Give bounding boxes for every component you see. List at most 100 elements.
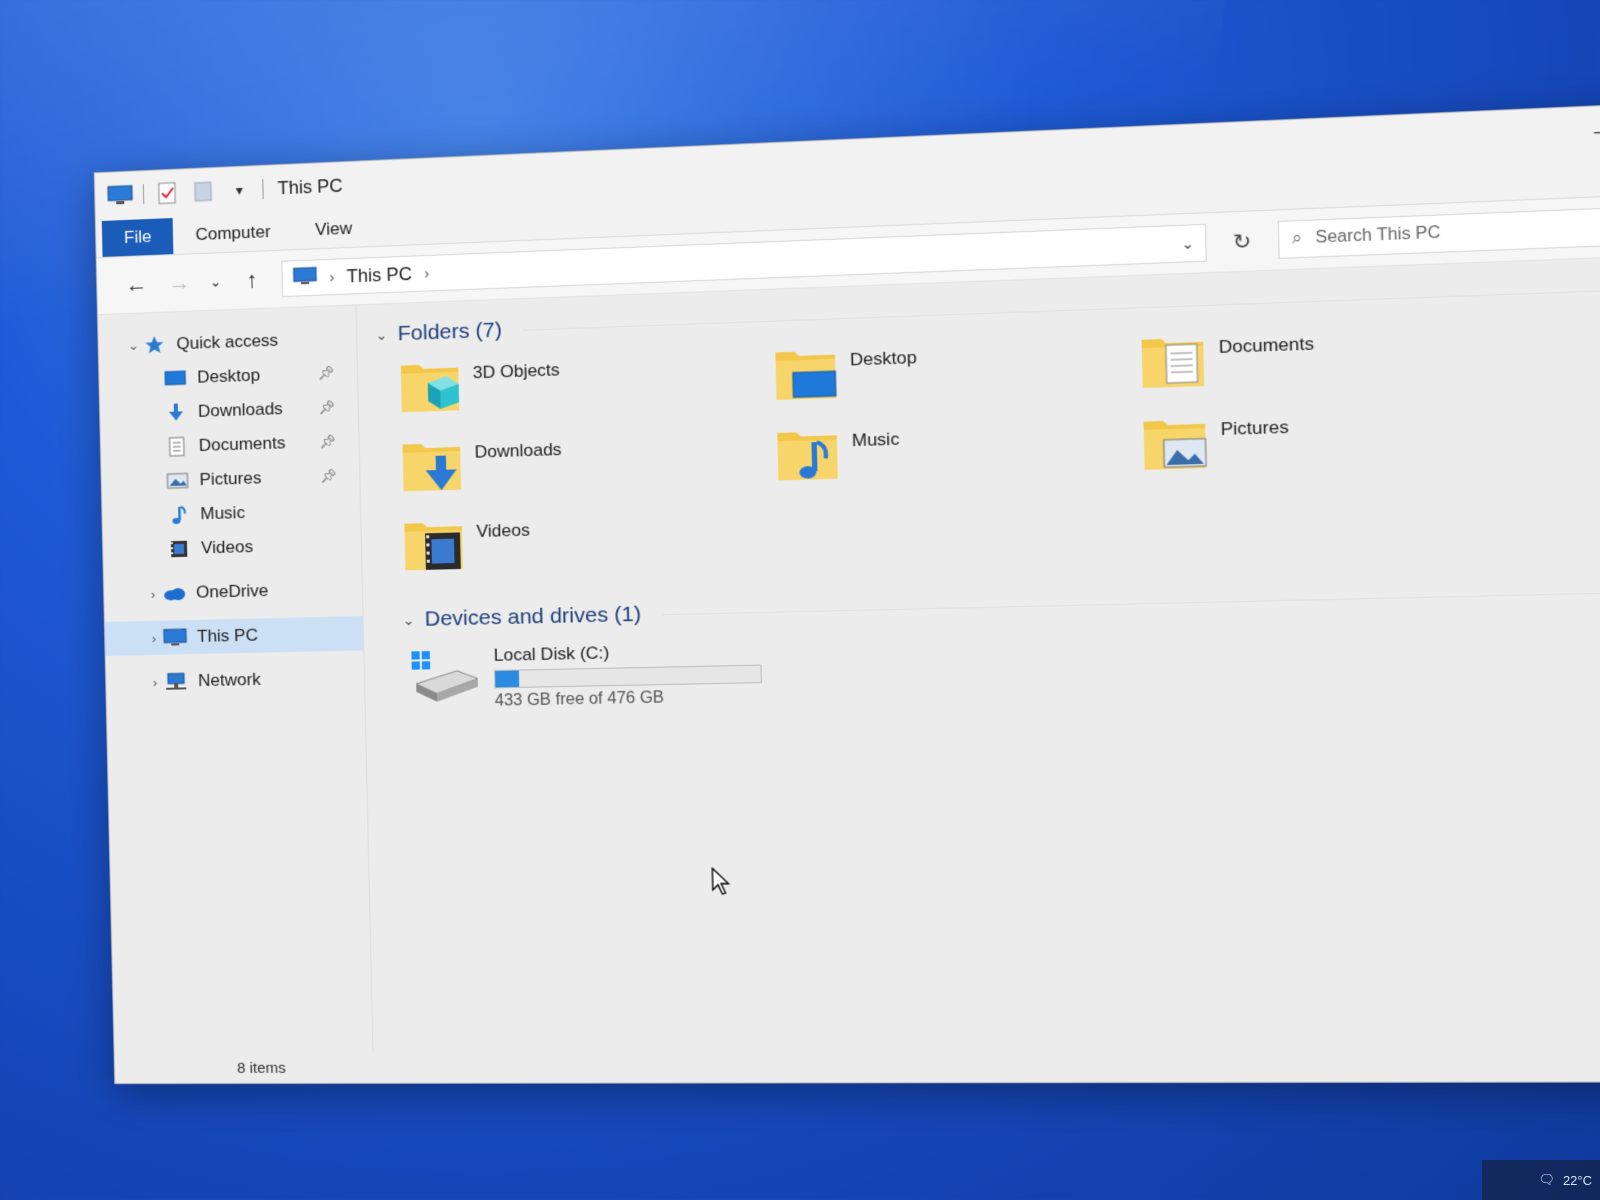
expand-chevron-icon[interactable]: › <box>145 630 163 645</box>
address-dropdown-icon[interactable]: ⌄ <box>1181 234 1194 252</box>
up-arrow-icon[interactable]: ↑ <box>238 266 266 293</box>
search-placeholder: Search This PC <box>1315 224 1441 247</box>
qat-separator-2 <box>262 178 264 200</box>
drive-name: Local Disk (C:) <box>493 643 610 665</box>
new-folder-icon[interactable] <box>190 180 217 203</box>
folder-label: Documents <box>1218 333 1315 358</box>
nav-label-onedrive: OneDrive <box>195 580 269 602</box>
documents-icon <box>165 436 189 457</box>
qat-separator <box>142 184 145 205</box>
folder-label: Pictures <box>1220 417 1289 440</box>
search-box[interactable]: ⌕ Search This PC <box>1277 204 1600 259</box>
folder-desktop[interactable]: Desktop <box>771 329 1139 422</box>
expand-chevron-icon[interactable]: › <box>144 586 162 601</box>
pictures-icon <box>1139 409 1211 474</box>
downloads-icon <box>164 402 188 423</box>
nav-label-this-pc: This PC <box>196 625 259 646</box>
this-pc-icon <box>163 627 187 648</box>
navigation-pane: ⌄ Quick access Desktop 📌︎ Downloads 📌︎ D… <box>97 304 374 1054</box>
status-bar: 8 items <box>114 1049 1600 1084</box>
nav-label-network: Network <box>197 669 262 691</box>
star-icon <box>142 335 166 356</box>
pictures-icon <box>165 470 189 491</box>
weather-temperature[interactable]: 22°C <box>1563 1173 1592 1188</box>
customize-qat-dropdown-icon[interactable]: ▾ <box>226 178 253 201</box>
music-icon <box>773 421 842 485</box>
drive-usage-bar <box>494 664 762 689</box>
recent-locations-chevron-icon[interactable]: ⌄ <box>209 273 223 291</box>
hard-drive-windows-icon <box>409 646 482 704</box>
search-icon: ⌕ <box>1291 229 1303 248</box>
music-icon <box>166 505 190 526</box>
window-title: This PC <box>277 174 343 198</box>
3d-objects-icon <box>396 353 463 416</box>
nav-label: Downloads <box>197 398 283 421</box>
collapse-chevron-icon[interactable]: ⌄ <box>375 326 387 344</box>
desktop-icon <box>163 368 187 389</box>
nav-label: Desktop <box>197 365 261 387</box>
file-explorer-window: ▾ This PC – ☐ File Computer View ← → ⌄ ↑… <box>93 100 1600 1085</box>
drive-info: Local Disk (C:) 433 GB free of 476 GB <box>494 640 763 711</box>
drive-free-space: 433 GB free of 476 GB <box>494 689 665 710</box>
window-controls: – ☐ <box>1594 115 1600 142</box>
item-count: 8 items <box>236 1059 287 1077</box>
folder-documents[interactable]: Documents <box>1137 316 1518 411</box>
folder-3d-objects[interactable]: 3D Objects <box>396 342 772 434</box>
folder-label: Music <box>851 429 900 451</box>
nav-label-quick-access: Quick access <box>176 330 279 354</box>
folder-pictures[interactable]: Pictures <box>1139 399 1520 493</box>
nav-item-videos[interactable]: Videos <box>103 527 361 568</box>
taskbar-tray: 🗨︎ 22°C <box>1482 1160 1600 1200</box>
back-arrow-icon[interactable]: ← <box>123 271 150 298</box>
documents-icon <box>1137 327 1209 392</box>
folder-downloads[interactable]: Downloads <box>398 423 774 514</box>
content-pane: ⌄ Folders (7) 3D Objects Desktop Documen… <box>356 254 1600 1053</box>
pin-icon[interactable]: 📌︎ <box>318 365 335 382</box>
drives-group-title: Devices and drives (1) <box>424 602 642 631</box>
address-this-pc-icon <box>293 266 318 290</box>
folder-label: Desktop <box>849 347 917 370</box>
drive-usage-fill <box>495 670 520 688</box>
folder-videos[interactable]: Videos <box>400 503 777 593</box>
cloud-icon <box>162 583 186 604</box>
nav-label: Music <box>200 502 246 524</box>
expand-chevron-icon[interactable]: ⌄ <box>124 338 142 355</box>
collapse-chevron-icon[interactable]: ⌄ <box>402 611 414 629</box>
desktop-icon <box>771 340 840 404</box>
tab-view[interactable]: View <box>292 209 375 249</box>
nav-label: Pictures <box>199 468 262 490</box>
pin-icon[interactable]: 📌︎ <box>320 468 337 485</box>
breadcrumb-chevron-icon-2[interactable]: › <box>424 265 430 282</box>
network-icon <box>164 671 188 692</box>
nav-network[interactable]: › Network <box>106 661 364 700</box>
folder-label: Videos <box>476 520 531 542</box>
mouse-cursor-icon <box>711 867 733 901</box>
folder-label: Downloads <box>474 439 562 462</box>
folders-grid: 3D Objects Desktop Documents Downloads M… <box>376 310 1600 594</box>
tab-file[interactable]: File <box>101 217 174 257</box>
minimize-button[interactable]: – <box>1594 119 1600 142</box>
nav-label: Documents <box>198 433 286 456</box>
downloads-icon <box>398 433 465 496</box>
folders-group-title: Folders (7) <box>397 318 503 346</box>
properties-icon[interactable] <box>154 181 181 205</box>
nav-onedrive[interactable]: › OneDrive <box>104 571 362 611</box>
videos-icon <box>167 539 191 560</box>
refresh-icon[interactable]: ↻ <box>1224 227 1261 255</box>
nav-label: Videos <box>200 536 254 558</box>
videos-icon <box>400 512 467 575</box>
folder-music[interactable]: Music <box>773 411 1141 503</box>
breadcrumb-chevron-icon[interactable]: › <box>329 268 334 285</box>
forward-arrow-icon[interactable]: → <box>166 269 193 296</box>
breadcrumb-this-pc[interactable]: This PC <box>346 263 412 287</box>
pin-icon[interactable]: 📌︎ <box>318 399 335 416</box>
nav-this-pc[interactable]: › This PC <box>104 616 364 656</box>
notification-icon[interactable]: 🗨︎ <box>1538 1172 1555 1188</box>
explorer-body: ⌄ Quick access Desktop 📌︎ Downloads 📌︎ D… <box>97 254 1600 1054</box>
tab-computer[interactable]: Computer <box>173 213 293 254</box>
this-pc-icon <box>107 184 133 207</box>
pin-icon[interactable]: 📌︎ <box>319 434 336 451</box>
expand-chevron-icon[interactable]: › <box>146 674 164 689</box>
folder-label: 3D Objects <box>472 360 560 383</box>
group-divider <box>661 591 1600 615</box>
